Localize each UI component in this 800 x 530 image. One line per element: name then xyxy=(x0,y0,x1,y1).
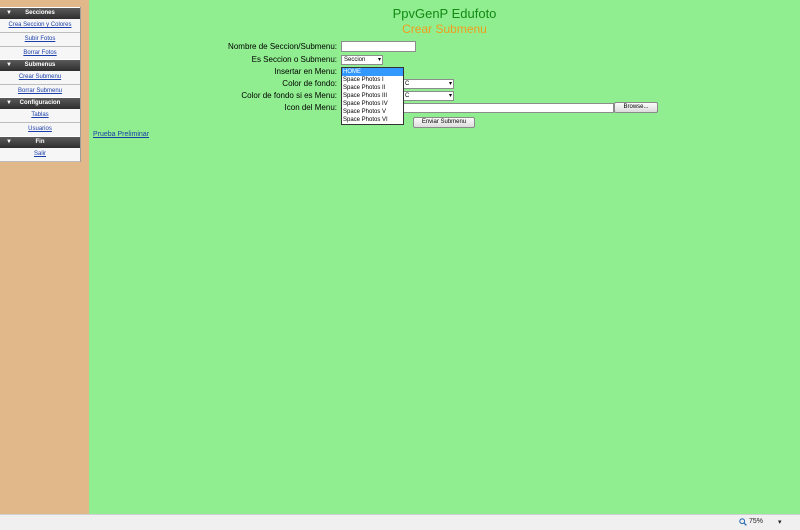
section-header-configuracion[interactable]: ▼ Configuracion xyxy=(0,98,80,109)
submit-submenu-button[interactable]: Enviar Submenu xyxy=(413,117,475,128)
section-configuracion: ▼ Configuracion Tablas Usuarios xyxy=(0,97,81,137)
sidebar-link-tablas[interactable]: Tablas xyxy=(0,109,80,123)
icon-label: Icon del Menu: xyxy=(284,103,337,112)
sidebar-link-crea-seccion[interactable]: Crea Seccion y Colores xyxy=(0,19,80,33)
triangle-down-icon: ▼ xyxy=(6,10,12,16)
left-sidebar: ▼ Secciones Crea Seccion y Colores Subir… xyxy=(0,0,89,514)
dropdown-option[interactable]: Space Photos IV xyxy=(342,100,403,108)
section-secciones: ▼ Secciones Crea Seccion y Colores Subir… xyxy=(0,7,81,61)
dropdown-option[interactable]: Space Photos III xyxy=(342,92,403,100)
preview-link[interactable]: Prueba Preliminar xyxy=(93,131,149,138)
chevron-down-icon: ▾ xyxy=(377,57,381,63)
name-input[interactable] xyxy=(341,41,416,52)
main-content: PpvGenP Edufoto Crear Submenu Nombre de … xyxy=(89,0,800,514)
triangle-down-icon: ▼ xyxy=(6,139,12,145)
sidebar-link-crear-submenu[interactable]: Crear Submenu xyxy=(0,71,80,85)
sidebar-link-usuarios[interactable]: Usuarios xyxy=(0,123,80,137)
browse-button[interactable]: Browse... xyxy=(614,102,658,113)
dropdown-option[interactable]: Space Photos II xyxy=(342,84,403,92)
dropdown-option[interactable]: Space Photos I xyxy=(342,76,403,84)
section-header-secciones[interactable]: ▼ Secciones xyxy=(0,8,80,19)
chevron-down-icon[interactable]: ▾ xyxy=(778,518,782,526)
status-bar: 75% ▾ xyxy=(0,514,800,530)
chevron-down-icon: ▾ xyxy=(448,81,452,87)
bg-label: Color de fondo: xyxy=(282,79,337,88)
section-submenus: ▼ Submenus Crear Submenu Borrar Submenu xyxy=(0,59,81,99)
sidebar-link-salir[interactable]: Salir xyxy=(0,148,80,162)
dropdown-option[interactable]: Space Photos VI xyxy=(342,116,403,124)
name-label: Nombre de Seccion/Submenu: xyxy=(228,42,337,51)
magnifier-icon[interactable] xyxy=(739,518,747,526)
sidebar-link-subir-fotos[interactable]: Subir Fotos xyxy=(0,33,80,47)
page-subtitle: Crear Submenu xyxy=(402,22,487,36)
section-header-fin[interactable]: ▼ Fin xyxy=(0,137,80,148)
type-select[interactable]: Seccion ▾ xyxy=(341,55,383,65)
dropdown-option[interactable]: HOME xyxy=(342,68,403,76)
section-header-submenus[interactable]: ▼ Submenus xyxy=(0,60,80,71)
dropdown-option[interactable]: Space Photos V xyxy=(342,108,403,116)
section-fin: ▼ Fin Salir xyxy=(0,136,81,162)
chevron-down-icon: ▾ xyxy=(448,93,452,99)
bgmenu-label: Color de fondo si es Menu: xyxy=(241,91,337,100)
type-label: Es Seccion o Submenu: xyxy=(251,55,337,64)
triangle-down-icon: ▼ xyxy=(6,62,12,68)
triangle-down-icon: ▼ xyxy=(6,100,12,106)
insert-label: Insertar en Menu: xyxy=(274,67,337,76)
zoom-level[interactable]: 75% xyxy=(749,518,763,525)
site-title: PpvGenP Edufoto xyxy=(392,6,497,21)
insert-menu-dropdown[interactable]: HOME Space Photos I Space Photos II Spac… xyxy=(341,67,404,125)
